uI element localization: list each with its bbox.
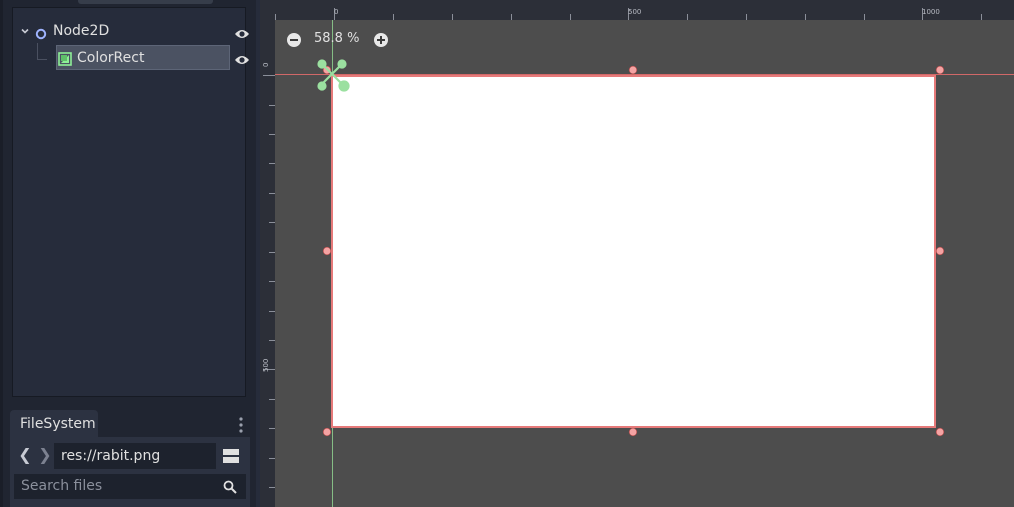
canvas-drawing [260, 0, 1014, 507]
chevron-down-icon[interactable] [19, 25, 31, 37]
zoom-level-label[interactable]: 58.8 % [314, 31, 359, 46]
dock-top-tab-stub [78, 0, 213, 4]
node2d-icon [35, 25, 47, 40]
colorrect-canvas-item [332, 76, 935, 427]
forward-arrow-icon[interactable]: ❯ [38, 446, 52, 464]
zoom-in-button[interactable] [374, 32, 388, 47]
visibility-eye-icon[interactable] [234, 25, 250, 38]
more-menu-icon[interactable] [238, 416, 244, 434]
path-field[interactable]: res://rabit.png [54, 443, 216, 469]
tree-guide-line [37, 43, 47, 60]
colorrect-icon [58, 51, 72, 66]
zoom-out-button[interactable] [287, 32, 301, 47]
search-files-field[interactable] [14, 474, 246, 499]
ruler-label: 0 [334, 8, 339, 16]
ruler-label: 0 [262, 62, 270, 67]
tree-item-node2d[interactable]: Node2D [19, 19, 109, 43]
tab-filesystem[interactable]: FileSystem [10, 410, 98, 438]
visibility-eye-icon[interactable] [234, 51, 250, 64]
dock-edge [0, 0, 3, 507]
canvas-viewport[interactable]: 0 500 1000 0 500 58.8 % [260, 0, 1014, 507]
tree-item-colorrect[interactable]: ColorRect [56, 45, 230, 70]
ruler-label: 1000 [922, 8, 940, 16]
back-arrow-icon[interactable]: ❮ [18, 446, 32, 464]
ruler-label: 500 [628, 8, 642, 16]
scene-tree-panel: Node2D ColorRect [12, 7, 249, 397]
search-icon[interactable] [223, 479, 237, 494]
split-view-toggle-icon[interactable] [222, 447, 240, 465]
tree-item-label: Node2D [53, 23, 110, 39]
tree-item-label: ColorRect [77, 49, 145, 66]
ruler-label: 500 [262, 358, 270, 372]
search-input[interactable] [21, 478, 211, 494]
